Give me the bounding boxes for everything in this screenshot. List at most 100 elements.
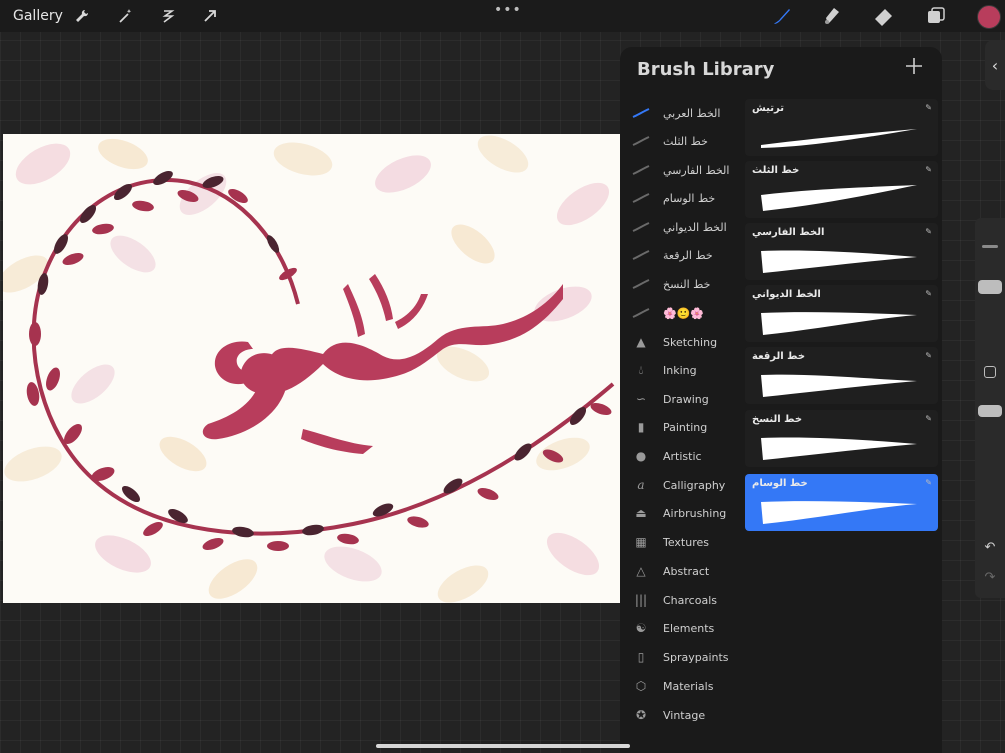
category-label: Elements (663, 621, 715, 635)
category-vintage[interactable]: ✪ Vintage (630, 702, 750, 728)
category-label: Inking (663, 363, 697, 377)
right-sidebar: ↶ ↷ (975, 218, 1005, 598)
brush-stroke-icon (630, 162, 652, 178)
paintbrush-icon: ▮ (637, 420, 645, 434)
brush-stroke-preview (761, 250, 917, 273)
category-label: Charcoals (663, 593, 717, 607)
undo-icon[interactable]: ↶ (975, 540, 1005, 556)
category-drawing[interactable]: ∽ Drawing (630, 386, 750, 412)
smudge-icon[interactable] (820, 4, 844, 28)
brush-icon[interactable] (770, 4, 794, 28)
category-materials[interactable]: ⬡ Materials (630, 673, 750, 699)
add-brush-set-plus-icon[interactable] (905, 57, 923, 75)
category-label: الخط الديواني (663, 220, 727, 234)
layers-icon[interactable] (924, 4, 948, 28)
ink-drop-icon: 💧︎ (638, 362, 644, 377)
triangle-icon: △ (636, 564, 646, 578)
brush-type-icon: ✎ (925, 414, 932, 423)
brush-item-selected[interactable]: خط الوسام ✎ (745, 474, 938, 531)
category-spraypaints[interactable]: ▯ Spraypaints (630, 644, 750, 670)
category-painting[interactable]: ▮ Painting (630, 414, 750, 440)
category-label: Airbrushing (663, 506, 727, 520)
category-sketching[interactable]: ▲ Sketching (630, 329, 750, 355)
squiggle-icon: ∽ (635, 392, 647, 406)
category-charcoals[interactable]: ||| Charcoals (630, 587, 750, 613)
calligraphy-a-icon: a (637, 478, 645, 492)
gallery-button[interactable]: Gallery (13, 8, 63, 24)
yin-yang-icon: ☯ (635, 621, 647, 635)
sidebar-toggle-tab[interactable]: ‹ (985, 40, 1005, 90)
home-indicator[interactable] (376, 744, 630, 748)
brush-item[interactable]: الخط الفارسي ✎ (745, 223, 938, 280)
airbrush-icon: ⏏︎ (635, 506, 647, 520)
category-label: خط الرقعة (663, 248, 713, 262)
brush-name: خط الثلث (752, 165, 800, 176)
category-inking[interactable]: 💧︎ Inking (630, 357, 750, 383)
brush-type-icon: ✎ (925, 227, 932, 236)
category-label: خط الثلث (663, 134, 708, 148)
category-label: Drawing (663, 392, 709, 406)
top-toolbar: Gallery ••• (0, 0, 1005, 32)
color-picker-swatch[interactable] (977, 5, 1001, 29)
category-label: خط الوسام (663, 191, 716, 205)
arabic-calligraphy (202, 274, 563, 454)
category-abstract[interactable]: △ Abstract (630, 558, 750, 584)
brush-size-thumb[interactable] (975, 280, 1005, 294)
brush-size-slider[interactable] (975, 245, 1005, 249)
category-naskh[interactable]: خط النسخ (630, 271, 750, 297)
brush-item[interactable]: الخط الديواني ✎ (745, 285, 938, 342)
eraser-icon[interactable] (872, 4, 896, 28)
brush-stroke-icon (630, 276, 652, 292)
selection-icon[interactable] (157, 5, 179, 27)
category-persian[interactable]: الخط الفارسي (630, 157, 750, 183)
redo-icon[interactable]: ↷ (975, 570, 1005, 586)
wrench-icon[interactable] (71, 5, 93, 27)
artwork-canvas[interactable] (3, 134, 620, 603)
brush-stroke-preview (761, 437, 917, 460)
brush-item[interactable]: ترتيش ✎ (745, 99, 938, 156)
brush-item[interactable]: خط النسخ ✎ (745, 410, 938, 467)
category-label: Painting (663, 420, 708, 434)
category-label: 🌸🙂🌸 (663, 306, 705, 320)
star-badge-icon: ✪ (635, 708, 647, 722)
brush-stroke-icon (630, 190, 652, 206)
category-textures[interactable]: ▦ Textures (630, 529, 750, 555)
brush-name: الخط الديواني (752, 289, 821, 300)
category-emoji[interactable]: 🌸🙂🌸 (630, 300, 750, 326)
category-arabic-calligraphy[interactable]: الخط العربي (630, 100, 750, 126)
category-calligraphy[interactable]: a Calligraphy (630, 472, 750, 498)
category-label: الخط العربي (663, 106, 721, 120)
brush-stroke-preview (761, 312, 917, 335)
category-label: Artistic (663, 449, 702, 463)
brush-name: خط الوسام (752, 478, 808, 489)
procreate-app: Gallery ••• ‹ ↶ ↷ Brush Library الخط الع… (0, 0, 1005, 753)
category-diwani[interactable]: الخط الديواني (630, 214, 750, 240)
eyedropper-button[interactable] (975, 366, 1005, 380)
category-label: Calligraphy (663, 478, 726, 492)
brush-stroke-icon (630, 247, 652, 263)
brush-item[interactable]: خط الرقعة ✎ (745, 347, 938, 404)
brush-name: ترتيش (752, 103, 784, 114)
brush-type-icon: ✎ (925, 478, 932, 487)
brush-stroke-preview (761, 129, 917, 148)
category-artistic[interactable]: ● Artistic (630, 443, 750, 469)
category-label: Sketching (663, 335, 718, 349)
category-label: الخط الفارسي (663, 163, 730, 177)
brush-item[interactable]: خط الثلث ✎ (745, 161, 938, 218)
category-wisam[interactable]: خط الوسام (630, 185, 750, 211)
category-label: Materials (663, 679, 714, 693)
category-ruqaa[interactable]: خط الرقعة (630, 242, 750, 268)
magic-wand-icon[interactable] (114, 5, 136, 27)
transform-arrow-icon[interactable] (199, 5, 221, 27)
category-elements[interactable]: ☯ Elements (630, 615, 750, 641)
texture-icon: ▦ (635, 535, 647, 549)
brush-stroke-icon (630, 305, 652, 321)
palette-icon: ● (635, 449, 647, 463)
cube-icon: ⬡ (635, 679, 647, 693)
more-dots[interactable]: ••• (494, 2, 522, 18)
category-airbrushing[interactable]: ⏏︎ Airbrushing (630, 500, 750, 526)
opacity-thumb[interactable] (975, 405, 1005, 419)
category-thuluth[interactable]: خط الثلث (630, 128, 750, 154)
brush-type-icon: ✎ (925, 165, 932, 174)
category-label: Spraypaints (663, 650, 729, 664)
